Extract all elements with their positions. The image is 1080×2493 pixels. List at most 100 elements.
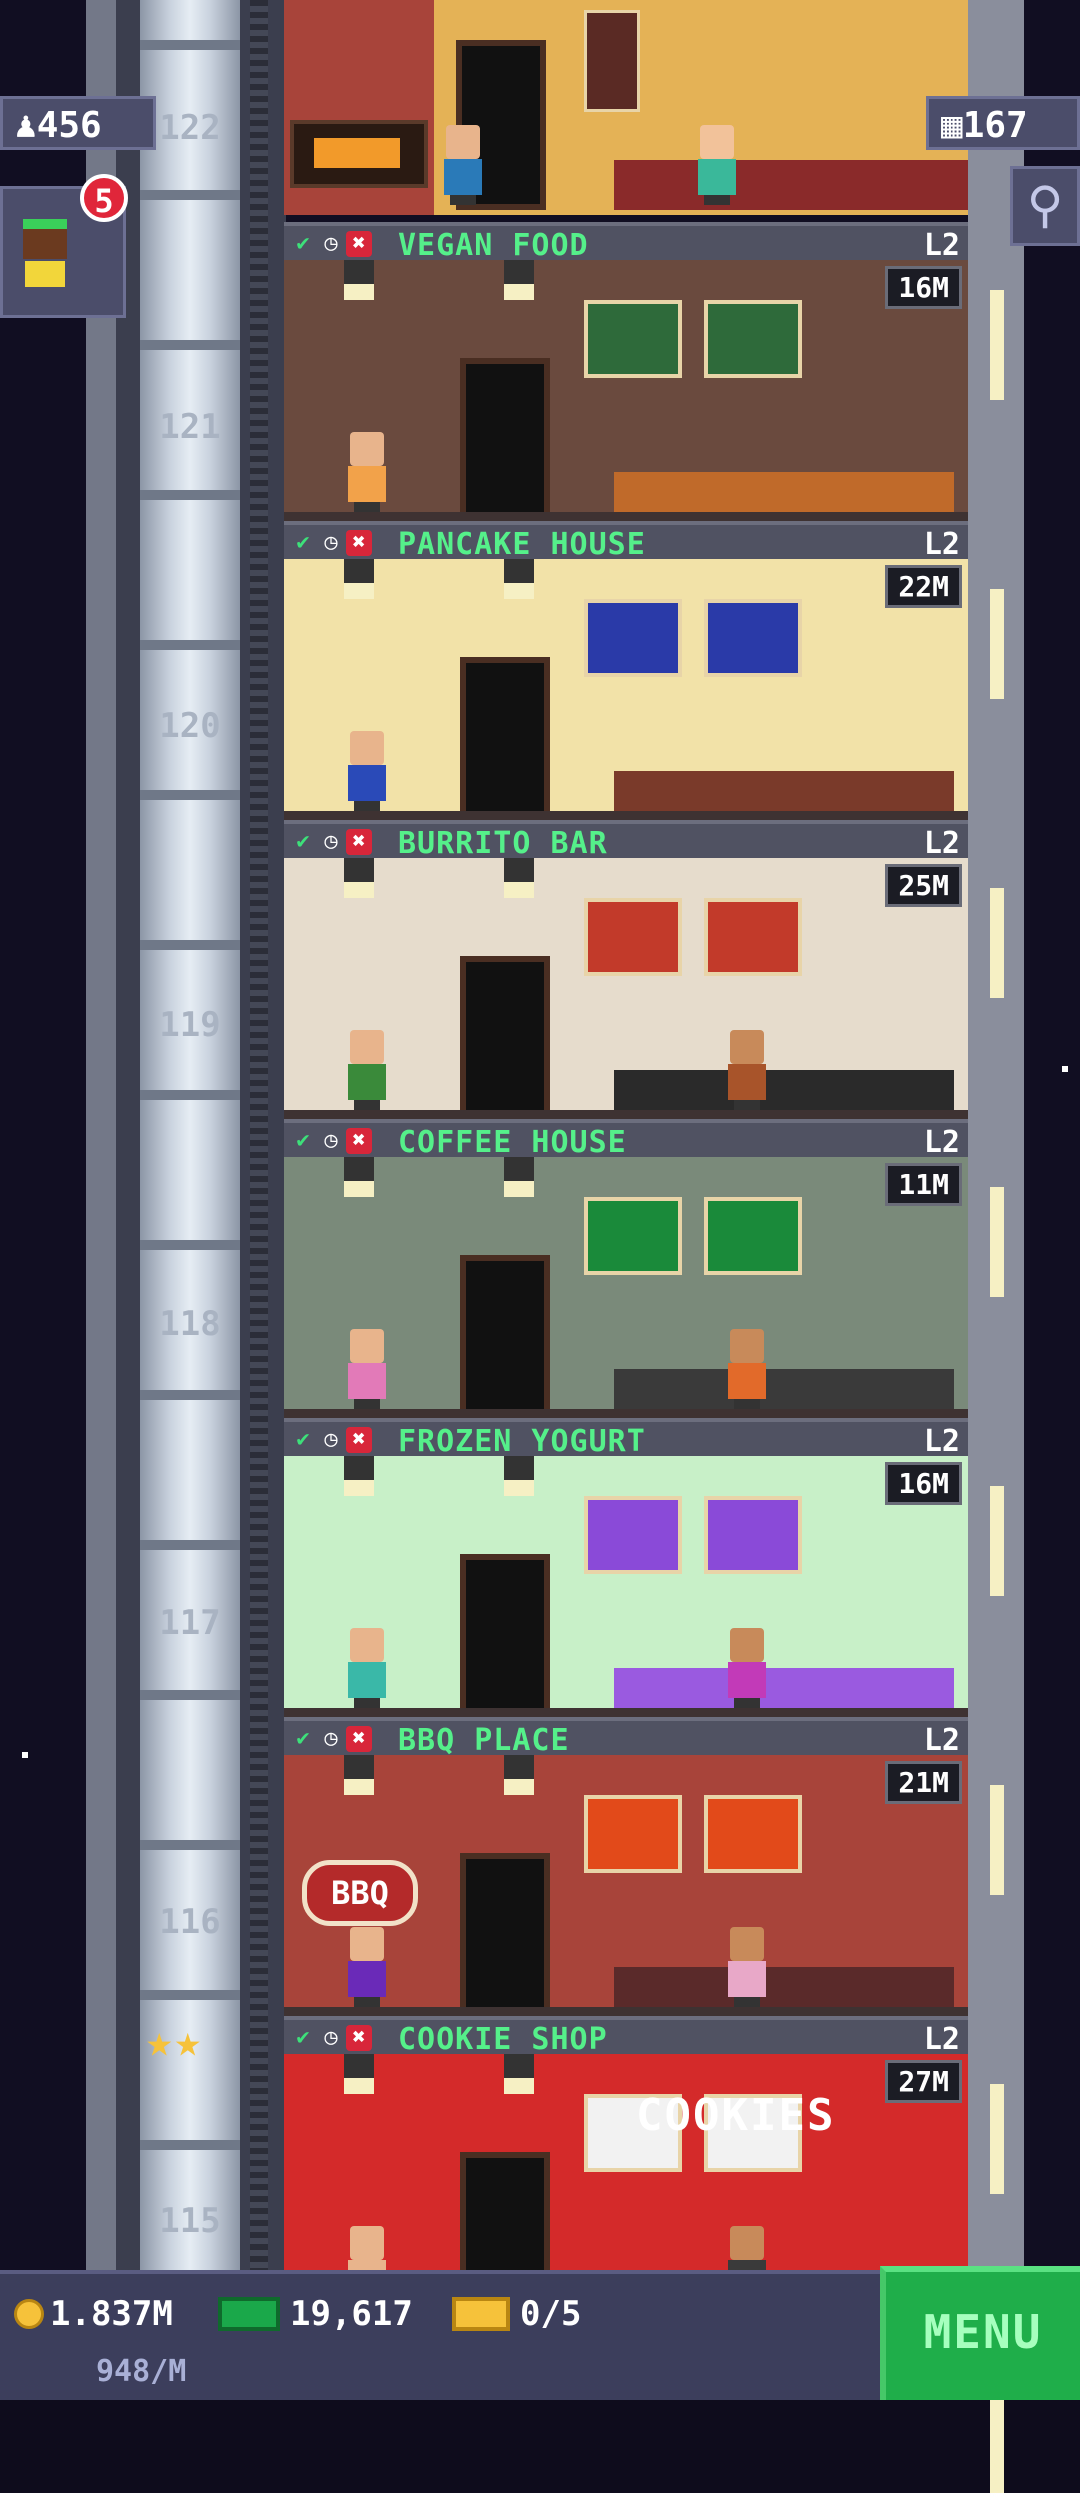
door (460, 1255, 550, 1415)
wall-sign (584, 1496, 682, 1574)
population-badge[interactable]: ♟456 (0, 96, 156, 150)
lamp-icon (504, 2054, 534, 2094)
customer[interactable] (344, 731, 390, 811)
clock-icon[interactable]: ◷ (318, 1427, 344, 1453)
floor-stock-badge: 27M (885, 2060, 962, 2103)
floor-burrito-bar[interactable]: ✔ ◷ ✖ BURRITO BAR L2 25M (284, 820, 968, 1120)
shaft-rung (140, 340, 240, 350)
lamp-icon (504, 260, 534, 300)
customer[interactable] (344, 1927, 390, 2007)
shaft-rung (140, 1090, 240, 1100)
elevator-rail (250, 0, 268, 2270)
close-icon[interactable]: ✖ (346, 1427, 372, 1453)
checkmark-icon[interactable]: ✔ (290, 1128, 316, 1154)
floor-top-partial[interactable] (284, 0, 968, 215)
lamp-icon (344, 260, 374, 300)
close-icon[interactable]: ✖ (346, 2025, 372, 2051)
elevator-floor-number: 120 (159, 706, 221, 746)
customer[interactable] (344, 1329, 390, 1409)
floor-coffee-house[interactable]: ✔ ◷ ✖ COFFEE HOUSE L2 11M (284, 1119, 968, 1419)
floor-level: L2 (923, 1723, 960, 1758)
elevator-floor-number: 115 (159, 2201, 221, 2241)
worker[interactable] (724, 1030, 770, 1110)
floor-interior (284, 559, 968, 821)
worker[interactable] (724, 1927, 770, 2007)
door (460, 1554, 550, 1714)
wall-sign (704, 599, 802, 677)
lamp-icon (504, 1755, 534, 1795)
oven-fire (314, 138, 400, 168)
floor-name: BURRITO BAR (398, 826, 608, 861)
worker[interactable] (724, 1329, 770, 1409)
floor-level: L2 (923, 2022, 960, 2057)
close-icon[interactable]: ✖ (346, 1726, 372, 1752)
checkmark-icon[interactable]: ✔ (290, 1427, 316, 1453)
bux-badge[interactable]: ▦167 (926, 96, 1080, 150)
floor-frozen-yogurt[interactable]: ✔ ◷ ✖ FROZEN YOGURT L2 16M (284, 1418, 968, 1718)
clock-icon[interactable]: ◷ (318, 231, 344, 257)
search-button[interactable]: ⚲ (1010, 166, 1080, 246)
floor-vegan-food[interactable]: ✔ ◷ ✖ VEGAN FOOD L2 16M (284, 222, 968, 522)
lamp-icon (344, 1755, 374, 1795)
avatar-body (25, 261, 65, 287)
floor-header[interactable]: ✔ ◷ ✖ BBQ PLACE L2 (284, 1717, 968, 1758)
floor-stock-badge: 21M (885, 1761, 962, 1804)
floor-header[interactable]: ✔ ◷ ✖ COFFEE HOUSE L2 (284, 1119, 968, 1160)
worker[interactable] (694, 125, 740, 205)
menu-button[interactable]: MENU (880, 2266, 1080, 2400)
wall-sign (704, 300, 802, 378)
customer[interactable] (344, 1628, 390, 1708)
shaft-rung (140, 1240, 240, 1250)
close-icon[interactable]: ✖ (346, 530, 372, 556)
checkmark-icon[interactable]: ✔ (290, 1726, 316, 1752)
clock-icon[interactable]: ◷ (318, 1128, 344, 1154)
tower-window (990, 1187, 1004, 1297)
floor-stock-badge: 25M (885, 864, 962, 907)
checkmark-icon[interactable]: ✔ (290, 2025, 316, 2051)
ticket-icon (452, 2297, 510, 2331)
bux-stat[interactable]: 19,617 (218, 2294, 413, 2334)
close-icon[interactable]: ✖ (346, 1128, 372, 1154)
close-icon[interactable]: ✖ (346, 829, 372, 855)
floor-pancake-house[interactable]: ✔ ◷ ✖ PANCAKE HOUSE L2 22M (284, 521, 968, 821)
shaft-rung (140, 190, 240, 200)
customer[interactable] (440, 125, 486, 205)
checkmark-icon[interactable]: ✔ (290, 829, 316, 855)
worker[interactable] (724, 1628, 770, 1708)
wall-sign (584, 1795, 682, 1873)
floor-header[interactable]: ✔ ◷ ✖ PANCAKE HOUSE L2 (284, 521, 968, 562)
shaft-rung (140, 1390, 240, 1400)
elevator-floor-number: 121 (159, 407, 221, 447)
floor-header[interactable]: ✔ ◷ ✖ FROZEN YOGURT L2 (284, 1418, 968, 1459)
clock-icon[interactable]: ◷ (318, 1726, 344, 1752)
shaft-rung (140, 1840, 240, 1850)
shaft-rung (140, 1690, 240, 1700)
clock-icon[interactable]: ◷ (318, 2025, 344, 2051)
tower-window (990, 290, 1004, 400)
coins-value: 1.837M (50, 2294, 173, 2334)
tower-window (990, 589, 1004, 699)
floor-header[interactable]: ✔ ◷ ✖ COOKIE SHOP L2 (284, 2016, 968, 2057)
elevator-floor-number: 118 (159, 1304, 221, 1344)
tickets-stat[interactable]: 0/5 (452, 2294, 581, 2334)
floor-level: L2 (923, 1125, 960, 1160)
clock-icon[interactable]: ◷ (318, 829, 344, 855)
clock-icon[interactable]: ◷ (318, 530, 344, 556)
counter (614, 1070, 954, 1110)
checkmark-icon[interactable]: ✔ (290, 530, 316, 556)
customer[interactable] (344, 1030, 390, 1110)
customer[interactable] (344, 432, 390, 512)
wall-sign (584, 599, 682, 677)
floor-header[interactable]: ✔ ◷ ✖ BURRITO BAR L2 (284, 820, 968, 861)
floor-stock-badge: 22M (885, 565, 962, 608)
floor-stock-badge: 11M (885, 1163, 962, 1206)
floor-name: COFFEE HOUSE (398, 1125, 627, 1160)
close-icon[interactable]: ✖ (346, 231, 372, 257)
coins-stat[interactable]: 1.837M (14, 2294, 173, 2334)
floor-level: L2 (923, 826, 960, 861)
floor-header[interactable]: ✔ ◷ ✖ VEGAN FOOD L2 (284, 222, 968, 263)
wall-sign (704, 1795, 802, 1873)
checkmark-icon[interactable]: ✔ (290, 231, 316, 257)
shaft-rung (140, 40, 240, 50)
lamp-icon (344, 559, 374, 599)
